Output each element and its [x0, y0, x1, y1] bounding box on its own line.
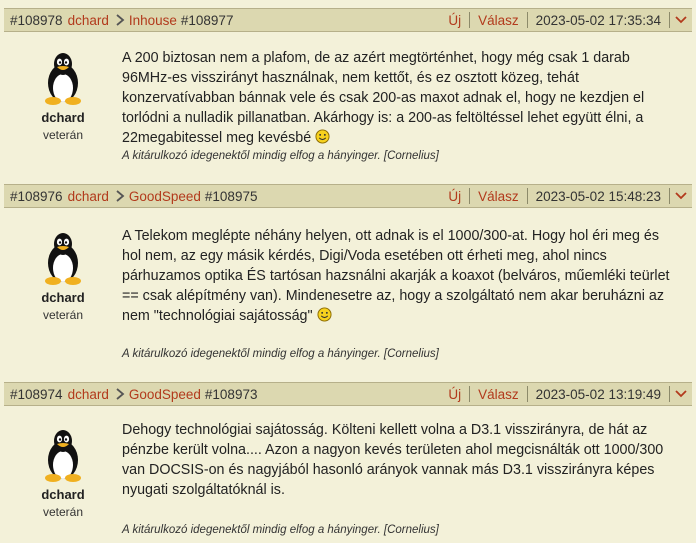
user-info: dchard veterán	[4, 50, 122, 142]
post-date: 2023-05-02 13:19:49	[535, 386, 661, 402]
post-header: #108976 dchard GoodSpeed #108975 Új Vála…	[4, 184, 692, 208]
post-content: A Telekom meglépte néhány helyen, ott ad…	[122, 226, 678, 326]
new-post-link[interactable]: Új	[440, 189, 469, 204]
reply-link[interactable]: Válasz	[470, 13, 527, 28]
reply-to-user-link[interactable]: GoodSpeed	[129, 189, 201, 204]
post-body: dchard veterán A Telekom meglépte néhány…	[4, 208, 692, 380]
post-menu-button[interactable]	[670, 185, 692, 207]
post-author-link[interactable]: dchard	[68, 387, 109, 402]
post-id[interactable]: #108974	[10, 387, 63, 402]
tux-avatar-icon[interactable]	[39, 50, 87, 106]
post-body: dchard veterán Dehogy technológiai saját…	[4, 406, 692, 543]
user-rank: veterán	[42, 505, 84, 519]
post-text: A 200 biztosan nem a plafom, de az azért…	[122, 50, 645, 146]
reply-to-user-link[interactable]: Inhouse	[129, 13, 177, 28]
chevron-down-icon	[675, 192, 687, 200]
smiley-icon	[315, 129, 330, 144]
post-header: #108974 dchard GoodSpeed #108973 Új Vála…	[4, 382, 692, 406]
username[interactable]: dchard	[4, 487, 122, 502]
username[interactable]: dchard	[4, 290, 122, 305]
username[interactable]: dchard	[4, 110, 122, 125]
post-text: A Telekom meglépte néhány helyen, ott ad…	[122, 228, 670, 324]
smiley-icon	[317, 307, 332, 322]
post-menu-button[interactable]	[670, 383, 692, 405]
post-date: 2023-05-02 17:35:34	[535, 12, 661, 28]
post-content: A 200 biztosan nem a plafom, de az azért…	[122, 48, 678, 148]
reply-to-post-link[interactable]: #108975	[205, 189, 258, 204]
user-rank: veterán	[42, 308, 84, 322]
signature: A kitárulkozó idegenektől mindig elfog a…	[122, 348, 439, 360]
new-post-link[interactable]: Új	[440, 13, 469, 28]
post-text: Dehogy technológiai sajátosság. Költeni …	[122, 422, 664, 498]
reply-to-post-link[interactable]: #108977	[181, 13, 234, 28]
post-body: dchard veterán A 200 biztosan nem a plaf…	[4, 32, 692, 182]
reply-to-post-link[interactable]: #108973	[205, 387, 258, 402]
chevron-right-icon	[116, 14, 125, 26]
signature: A kitárulkozó idegenektől mindig elfog a…	[122, 150, 439, 162]
tux-avatar-icon[interactable]	[39, 427, 87, 483]
signature: A kitárulkozó idegenektől mindig elfog a…	[122, 524, 439, 536]
post-author-link[interactable]: dchard	[68, 189, 109, 204]
chevron-down-icon	[675, 390, 687, 398]
post: #108974 dchard GoodSpeed #108973 Új Vála…	[4, 382, 692, 543]
user-rank: veterán	[42, 128, 84, 142]
post-author-link[interactable]: dchard	[68, 13, 109, 28]
post: #108978 dchard Inhouse #108977 Új Válasz…	[4, 8, 692, 182]
post-header: #108978 dchard Inhouse #108977 Új Válasz…	[4, 8, 692, 32]
user-info: dchard veterán	[4, 230, 122, 322]
chevron-right-icon	[116, 388, 125, 400]
chevron-right-icon	[116, 190, 125, 202]
reply-to-user-link[interactable]: GoodSpeed	[129, 387, 201, 402]
post: #108976 dchard GoodSpeed #108975 Új Vála…	[4, 184, 692, 380]
post-id[interactable]: #108978	[10, 13, 63, 28]
reply-link[interactable]: Válasz	[470, 387, 527, 402]
tux-avatar-icon[interactable]	[39, 230, 87, 286]
post-date: 2023-05-02 15:48:23	[535, 188, 661, 204]
reply-link[interactable]: Válasz	[470, 189, 527, 204]
chevron-down-icon	[675, 16, 687, 24]
post-menu-button[interactable]	[670, 9, 692, 31]
post-id[interactable]: #108976	[10, 189, 63, 204]
user-info: dchard veterán	[4, 427, 122, 519]
post-content: Dehogy technológiai sajátosság. Költeni …	[122, 420, 678, 500]
new-post-link[interactable]: Új	[440, 387, 469, 402]
